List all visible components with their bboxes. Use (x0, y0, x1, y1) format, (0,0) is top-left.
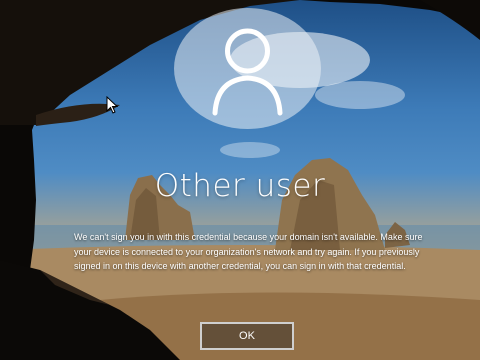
user-silhouette-icon (212, 28, 283, 116)
lock-screen: Other user We can't sign you in with thi… (0, 0, 480, 360)
error-message: We can't sign you in with this credentia… (74, 232, 423, 271)
mouse-pointer-icon (106, 96, 118, 114)
user-avatar (174, 8, 321, 129)
ok-button[interactable]: OK (200, 322, 294, 350)
user-name-heading: Other user (154, 168, 326, 204)
